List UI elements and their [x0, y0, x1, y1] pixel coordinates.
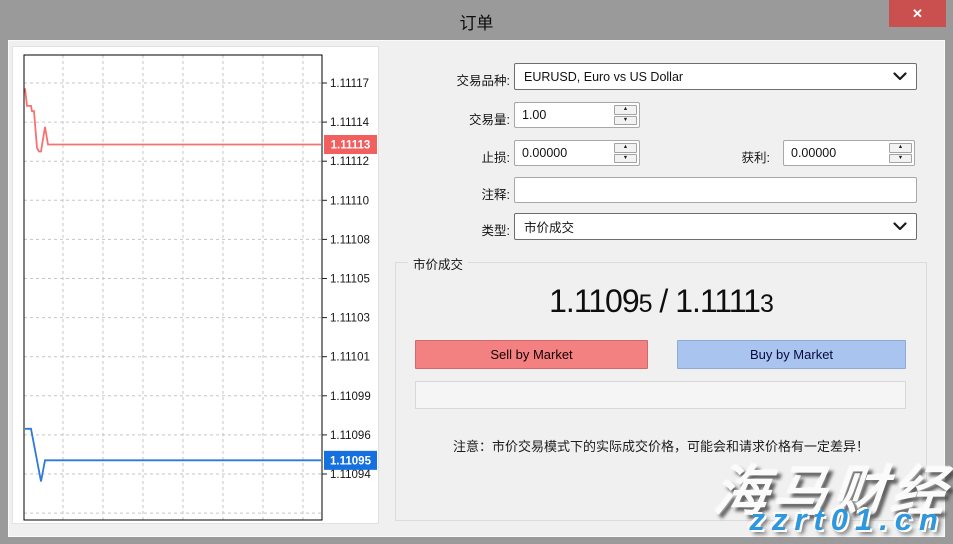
take-profit-input[interactable] [784, 141, 886, 165]
svg-text:1.11105: 1.11105 [330, 274, 370, 286]
svg-text:1.11094: 1.11094 [330, 469, 371, 481]
volume-stepper: ▲ ▼ [614, 105, 637, 125]
stop-loss-input[interactable] [515, 141, 611, 165]
spinner-up-icon[interactable]: ▲ [614, 143, 637, 153]
take-profit-label: 获利: [652, 147, 770, 166]
volume-field: ▲ ▼ [514, 102, 640, 128]
watermark-site: zzrt01.cn [749, 502, 945, 538]
svg-text:1.11117: 1.11117 [330, 78, 369, 90]
tick-chart-card: 1.11117 1.11114 1.11112 1.11110 1.11108 1.111… [12, 46, 379, 524]
window-title: 订单 [0, 9, 953, 34]
spinner-down-icon[interactable]: ▼ [889, 154, 912, 164]
symbol-select[interactable]: EURUSD, Euro vs US Dollar [514, 63, 917, 90]
svg-text:1.11099: 1.11099 [330, 391, 371, 403]
ask-price-last-digit: 3 [760, 290, 773, 318]
order-dialog-window: 订单 ✕ 1.11117 1.11114 1.11112 1.11110 1.11108… [0, 0, 953, 544]
svg-text:1.11103: 1.11103 [330, 313, 370, 325]
titlebar: 订单 ✕ [0, 0, 953, 40]
svg-text:1.11112: 1.11112 [330, 156, 369, 168]
symbol-label: 交易品种: [392, 70, 510, 89]
svg-text:1.11114: 1.11114 [330, 117, 370, 129]
stop-loss-label: 止损: [392, 147, 510, 166]
chevron-down-icon [893, 72, 907, 81]
price-separator: / [652, 283, 676, 319]
spinner-down-icon[interactable]: ▼ [614, 116, 637, 126]
svg-text:1.11113: 1.11113 [331, 139, 371, 151]
volume-input[interactable] [515, 103, 611, 127]
take-profit-field: ▲ ▼ [783, 140, 915, 166]
spinner-up-icon[interactable]: ▲ [614, 105, 637, 115]
svg-text:1.11095: 1.11095 [330, 455, 372, 467]
order-type-label: 类型: [392, 220, 510, 239]
stop-loss-stepper: ▲ ▼ [614, 143, 637, 163]
symbol-value: EURUSD, Euro vs US Dollar [524, 70, 893, 84]
stop-loss-field: ▲ ▼ [514, 140, 640, 166]
take-profit-stepper: ▲ ▼ [889, 143, 912, 163]
svg-text:1.11096: 1.11096 [330, 430, 371, 442]
bid-price-main: 1.1109 [549, 283, 639, 319]
bid-price-last-digit: 5 [639, 290, 652, 318]
chevron-down-icon [893, 222, 907, 231]
spinner-up-icon[interactable]: ▲ [889, 143, 912, 153]
comment-field [514, 177, 917, 203]
execution-progress-bar [415, 381, 906, 409]
comment-input[interactable] [515, 178, 916, 202]
order-type-value: 市价成交 [524, 217, 893, 236]
group-title: 市价成交 [408, 254, 468, 273]
buy-by-market-button[interactable]: Buy by Market [677, 340, 906, 369]
close-button[interactable]: ✕ [889, 0, 946, 27]
svg-text:1.11101: 1.11101 [330, 352, 370, 364]
order-type-select[interactable]: 市价成交 [514, 213, 917, 240]
sell-by-market-button[interactable]: Sell by Market [415, 340, 648, 369]
close-icon: ✕ [912, 6, 923, 21]
comment-label: 注释: [392, 184, 510, 203]
volume-label: 交易量: [392, 109, 510, 128]
svg-text:1.11110: 1.11110 [330, 195, 369, 207]
bid-ask-price: 1.11095 / 1.11113 [395, 283, 927, 320]
tick-chart: 1.11117 1.11114 1.11112 1.11110 1.11108 1.111… [13, 47, 380, 525]
ask-price-main: 1.1111 [675, 283, 760, 319]
svg-text:1.11108: 1.11108 [330, 234, 370, 246]
spinner-down-icon[interactable]: ▼ [614, 154, 637, 164]
